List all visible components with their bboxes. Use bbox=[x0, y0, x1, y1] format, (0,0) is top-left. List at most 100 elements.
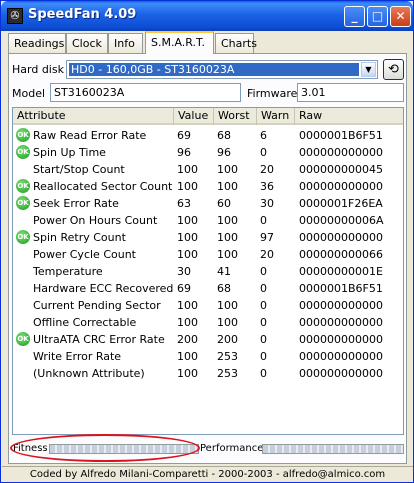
minimize-button[interactable]: _ bbox=[344, 6, 365, 27]
cell-warn: 6 bbox=[260, 129, 267, 142]
cell-raw: 0000001F26EA bbox=[299, 197, 383, 210]
table-row[interactable]: Hardware ECC Recovered 69 68 0 0000001B6F51 bbox=[13, 280, 403, 297]
model-field: ST3160023A bbox=[50, 83, 241, 102]
cell-warn: 20 bbox=[260, 248, 274, 261]
cell-value: 100 bbox=[177, 350, 198, 363]
hard-disk-selected-value: HD0 - 160,0GB - ST3160023A bbox=[69, 63, 359, 76]
table-row[interactable]: OK Raw Read Error Rate 69 68 6 0000001B6F51 bbox=[13, 127, 403, 144]
ok-status-icon: OK bbox=[16, 179, 30, 193]
cell-warn: 0 bbox=[260, 350, 267, 363]
table-row[interactable]: Start/Stop Count 100 100 20 000000000045 bbox=[13, 161, 403, 178]
cell-value: 100 bbox=[177, 163, 198, 176]
cell-warn: 36 bbox=[260, 180, 274, 193]
cell-attribute: UltraATA CRC Error Rate bbox=[33, 333, 165, 346]
maximize-button[interactable]: □ bbox=[367, 6, 388, 27]
column-header-warn[interactable]: Warn bbox=[257, 108, 295, 125]
chevron-down-icon[interactable]: ▼ bbox=[361, 62, 376, 77]
ok-status-icon: OK bbox=[16, 230, 30, 244]
table-row[interactable]: OK Reallocated Sector Count 100 100 36 000000… bbox=[13, 178, 403, 195]
cell-warn: 0 bbox=[260, 299, 267, 312]
hard-disk-label: Hard disk bbox=[12, 63, 64, 76]
ok-status-icon: OK bbox=[16, 145, 30, 159]
ok-status-icon: OK bbox=[16, 196, 30, 210]
column-header-worst[interactable]: Worst bbox=[214, 108, 257, 125]
cell-worst: 253 bbox=[217, 367, 238, 380]
smart-panel: Hard disk HD0 - 160,0GB - ST3160023A ▼ ⟲… bbox=[8, 53, 407, 464]
cell-value: 69 bbox=[177, 282, 191, 295]
cell-value: 100 bbox=[177, 180, 198, 193]
cell-worst: 100 bbox=[217, 163, 238, 176]
refresh-button[interactable]: ⟲ bbox=[383, 59, 404, 80]
cell-warn: 0 bbox=[260, 146, 267, 159]
cell-value: 100 bbox=[177, 316, 198, 329]
column-header-raw[interactable]: Raw bbox=[295, 108, 403, 125]
cell-worst: 100 bbox=[217, 299, 238, 312]
title-bar[interactable]: ✇ SpeedFan 4.09 _ □ ✕ bbox=[1, 1, 413, 31]
speedfan-app-icon[interactable]: ✇ bbox=[7, 8, 23, 24]
cell-attribute: Reallocated Sector Count bbox=[33, 180, 173, 193]
table-row[interactable]: Current Pending Sector 100 100 0 00000000000… bbox=[13, 297, 403, 314]
cell-warn: 0 bbox=[260, 282, 267, 295]
cell-worst: 60 bbox=[217, 197, 231, 210]
cell-worst: 100 bbox=[217, 214, 238, 227]
cell-raw: 0000001B6F51 bbox=[299, 129, 383, 142]
smart-attributes-list[interactable]: Attribute Value Worst Warn Raw OK Raw Rea… bbox=[12, 107, 404, 435]
table-row[interactable]: Temperature 30 41 0 00000000001E bbox=[13, 263, 403, 280]
table-row[interactable]: Power On Hours Count 100 100 0 00000000006A bbox=[13, 212, 403, 229]
close-button[interactable]: ✕ bbox=[390, 6, 411, 27]
cell-worst: 100 bbox=[217, 316, 238, 329]
tab-smart[interactable]: S.M.A.R.T. bbox=[145, 31, 214, 54]
cell-warn: 0 bbox=[260, 367, 267, 380]
tab-charts[interactable]: Charts bbox=[215, 33, 257, 53]
firmware-field: 3.01 bbox=[297, 83, 404, 102]
window-title: SpeedFan 4.09 bbox=[28, 7, 137, 22]
cell-attribute: Seek Error Rate bbox=[33, 197, 119, 210]
cell-raw: 000000000000 bbox=[299, 316, 383, 329]
cell-value: 100 bbox=[177, 367, 198, 380]
column-header-value[interactable]: Value bbox=[174, 108, 214, 125]
fitness-annotation-oval bbox=[10, 434, 200, 462]
refresh-icon: ⟲ bbox=[388, 62, 399, 77]
cell-worst: 100 bbox=[217, 231, 238, 244]
firmware-label: Firmware bbox=[247, 87, 298, 100]
cell-value: 63 bbox=[177, 197, 191, 210]
cell-raw: 0000001B6F51 bbox=[299, 282, 383, 295]
cell-value: 69 bbox=[177, 129, 191, 142]
speedfan-window: ✇ SpeedFan 4.09 _ □ ✕ Readings Clock Inf… bbox=[0, 0, 414, 483]
cell-raw: 000000000000 bbox=[299, 231, 383, 244]
tab-readings[interactable]: Readings bbox=[8, 33, 66, 53]
cell-raw: 000000000000 bbox=[299, 350, 383, 363]
cell-attribute: Offline Correctable bbox=[33, 316, 137, 329]
table-row[interactable]: Write Error Rate 100 253 0 000000000000 bbox=[13, 348, 403, 365]
table-row[interactable]: OK Spin Up Time 96 96 0 000000000000 bbox=[13, 144, 403, 161]
table-row[interactable]: OK Seek Error Rate 63 60 30 0000001F26EA bbox=[13, 195, 403, 212]
table-row[interactable]: (Unknown Attribute) 100 253 0 000000000000 bbox=[13, 365, 403, 382]
column-header-attribute[interactable]: Attribute bbox=[13, 108, 174, 125]
table-row[interactable]: OK Spin Retry Count 100 100 97 000000000000 bbox=[13, 229, 403, 246]
cell-raw: 000000000000 bbox=[299, 180, 383, 193]
table-row[interactable]: Offline Correctable 100 100 0 000000000000 bbox=[13, 314, 403, 331]
cell-worst: 41 bbox=[217, 265, 231, 278]
model-label: Model bbox=[12, 87, 46, 100]
cell-warn: 0 bbox=[260, 214, 267, 227]
cell-attribute: Hardware ECC Recovered bbox=[33, 282, 174, 295]
cell-value: 96 bbox=[177, 146, 191, 159]
tab-clock[interactable]: Clock bbox=[66, 33, 108, 53]
cell-raw: 00000000006A bbox=[299, 214, 384, 227]
cell-worst: 200 bbox=[217, 333, 238, 346]
cell-value: 100 bbox=[177, 231, 198, 244]
cell-warn: 0 bbox=[260, 265, 267, 278]
hard-disk-select[interactable]: HD0 - 160,0GB - ST3160023A ▼ bbox=[66, 60, 378, 79]
table-row[interactable]: OK UltraATA CRC Error Rate 200 200 0 00000000… bbox=[13, 331, 403, 348]
cell-worst: 68 bbox=[217, 282, 231, 295]
cell-worst: 100 bbox=[217, 180, 238, 193]
table-row[interactable]: Power Cycle Count 100 100 20 000000000066 bbox=[13, 246, 403, 263]
cell-raw: 000000000000 bbox=[299, 333, 383, 346]
cell-raw: 000000000000 bbox=[299, 299, 383, 312]
cell-raw: 000000000000 bbox=[299, 367, 383, 380]
cell-raw: 000000000066 bbox=[299, 248, 383, 261]
cell-warn: 97 bbox=[260, 231, 274, 244]
cell-attribute: Power On Hours Count bbox=[33, 214, 158, 227]
tab-info[interactable]: Info bbox=[108, 33, 143, 53]
performance-bar bbox=[262, 444, 404, 454]
